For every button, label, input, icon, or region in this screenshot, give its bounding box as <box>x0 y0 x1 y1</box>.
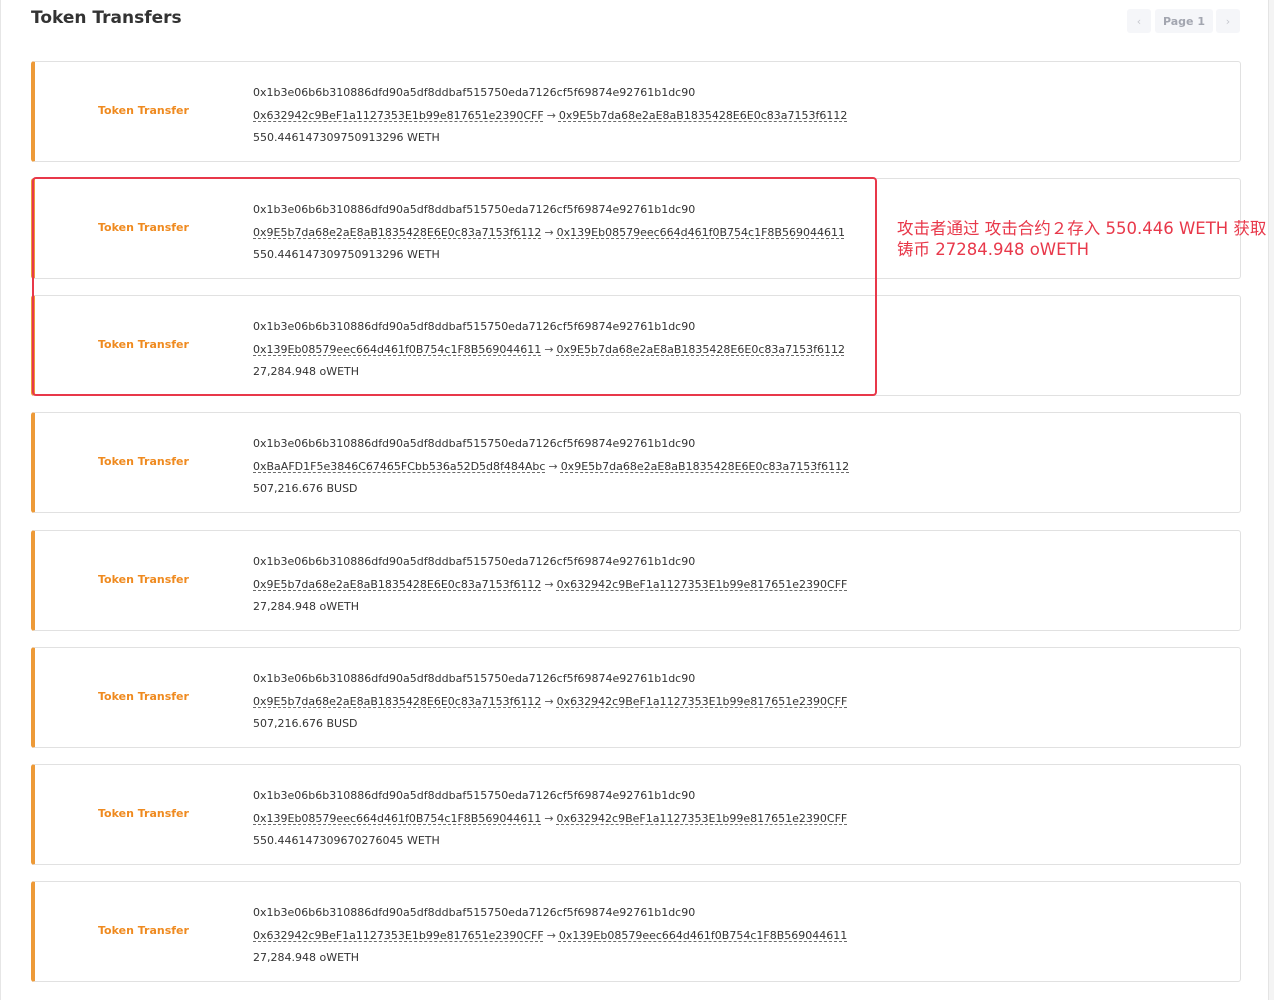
transaction-hash-link[interactable]: 0x1b3e06b6b310886dfd90a5df8ddbaf515750ed… <box>253 316 845 339</box>
pagination-prev-button[interactable]: ‹ <box>1127 9 1151 33</box>
annotation-text: 攻击者通过 攻击合约２存入 550.446 WETH 获取铸币 27284.94… <box>897 219 1267 259</box>
page-title: Token Transfers <box>31 8 182 28</box>
transfer-type-label: Token Transfer <box>98 104 189 117</box>
chevron-right-icon: › <box>1225 14 1231 28</box>
transfer-amount: 507,216.676 BUSD <box>253 717 358 730</box>
arrow-right-icon: → <box>546 108 556 122</box>
transfer-details: 0x1b3e06b6b310886dfd90a5df8ddbaf515750ed… <box>253 551 847 619</box>
transfer-type-label: Token Transfer <box>98 221 189 234</box>
arrow-right-icon: → <box>544 225 554 239</box>
pagination-current-page: Page 1 <box>1155 9 1213 33</box>
page-frame-left-border <box>0 0 1 1000</box>
transfer-amount: 550.446147309750913296 WETH <box>253 248 440 261</box>
to-address-link[interactable]: 0x632942c9BeF1a1127353E1b99e817651e2390C… <box>557 578 848 591</box>
transfer-type-label: Token Transfer <box>98 924 189 937</box>
transfer-details: 0x1b3e06b6b310886dfd90a5df8ddbaf515750ed… <box>253 316 845 384</box>
transfer-addresses: 0x139Eb08579eec664d461f0B754c1F8B5690446… <box>253 339 845 362</box>
transfer-addresses: 0xBaAFD1F5e3846C67465FCbb536a52D5d8f484A… <box>253 456 849 479</box>
to-address-link[interactable]: 0x632942c9BeF1a1127353E1b99e817651e2390C… <box>557 812 848 825</box>
token-transfer-tile: Token Transfer 0x1b3e06b6b310886dfd90a5d… <box>31 412 1241 513</box>
token-transfer-tile: Token Transfer 0x1b3e06b6b310886dfd90a5d… <box>31 881 1241 982</box>
from-address-link[interactable]: 0x9E5b7da68e2aE8aB1835428E6E0c83a7153f61… <box>253 226 541 239</box>
transfer-amount: 507,216.676 BUSD <box>253 482 358 495</box>
transfer-addresses: 0x139Eb08579eec664d461f0B754c1F8B5690446… <box>253 808 847 831</box>
page-scrollbar-track[interactable] <box>1268 0 1274 1000</box>
transfer-amount: 27,284.948 oWETH <box>253 951 360 964</box>
chevron-left-icon: ‹ <box>1136 14 1142 28</box>
from-address-link[interactable]: 0xBaAFD1F5e3846C67465FCbb536a52D5d8f484A… <box>253 460 545 473</box>
transfer-details: 0x1b3e06b6b310886dfd90a5df8ddbaf515750ed… <box>253 433 849 501</box>
transfer-amount: 27,284.948 oWETH <box>253 600 360 613</box>
token-transfer-tile: Token Transfer 0x1b3e06b6b310886dfd90a5d… <box>31 764 1241 865</box>
from-address-link[interactable]: 0x139Eb08579eec664d461f0B754c1F8B5690446… <box>253 343 541 356</box>
transaction-hash-link[interactable]: 0x1b3e06b6b310886dfd90a5df8ddbaf515750ed… <box>253 82 847 105</box>
transfer-type-label: Token Transfer <box>98 573 189 586</box>
arrow-right-icon: → <box>544 577 554 591</box>
transaction-hash-link[interactable]: 0x1b3e06b6b310886dfd90a5df8ddbaf515750ed… <box>253 199 845 222</box>
transfer-addresses: 0x632942c9BeF1a1127353E1b99e817651e2390C… <box>253 105 847 128</box>
transfer-type-label: Token Transfer <box>98 690 189 703</box>
arrow-right-icon: → <box>544 694 554 708</box>
transfer-details: 0x1b3e06b6b310886dfd90a5df8ddbaf515750ed… <box>253 668 847 736</box>
transaction-hash-link[interactable]: 0x1b3e06b6b310886dfd90a5df8ddbaf515750ed… <box>253 668 847 691</box>
token-transfer-tile: Token Transfer 0x1b3e06b6b310886dfd90a5d… <box>31 647 1241 748</box>
arrow-right-icon: → <box>544 342 554 356</box>
token-transfer-tile: Token Transfer 0x1b3e06b6b310886dfd90a5d… <box>31 61 1241 162</box>
transfer-amount: 550.446147309670276045 WETH <box>253 834 440 847</box>
transfer-details: 0x1b3e06b6b310886dfd90a5df8ddbaf515750ed… <box>253 902 847 970</box>
transaction-hash-link[interactable]: 0x1b3e06b6b310886dfd90a5df8ddbaf515750ed… <box>253 433 849 456</box>
to-address-link[interactable]: 0x632942c9BeF1a1127353E1b99e817651e2390C… <box>557 695 848 708</box>
transfer-type-label: Token Transfer <box>98 807 189 820</box>
token-transfer-tile: Token Transfer 0x1b3e06b6b310886dfd90a5d… <box>31 295 1241 396</box>
from-address-link[interactable]: 0x139Eb08579eec664d461f0B754c1F8B5690446… <box>253 812 541 825</box>
to-address-link[interactable]: 0x139Eb08579eec664d461f0B754c1F8B5690446… <box>557 226 845 239</box>
arrow-right-icon: → <box>548 459 558 473</box>
token-transfer-tile: Token Transfer 0x1b3e06b6b310886dfd90a5d… <box>31 530 1241 631</box>
transfer-details: 0x1b3e06b6b310886dfd90a5df8ddbaf515750ed… <box>253 785 847 853</box>
to-address-link[interactable]: 0x9E5b7da68e2aE8aB1835428E6E0c83a7153f61… <box>557 343 845 356</box>
transfer-details: 0x1b3e06b6b310886dfd90a5df8ddbaf515750ed… <box>253 82 847 150</box>
from-address-link[interactable]: 0x9E5b7da68e2aE8aB1835428E6E0c83a7153f61… <box>253 695 541 708</box>
transfer-addresses: 0x9E5b7da68e2aE8aB1835428E6E0c83a7153f61… <box>253 222 845 245</box>
to-address-link[interactable]: 0x9E5b7da68e2aE8aB1835428E6E0c83a7153f61… <box>559 109 847 122</box>
transfer-type-label: Token Transfer <box>98 455 189 468</box>
to-address-link[interactable]: 0x139Eb08579eec664d461f0B754c1F8B5690446… <box>559 929 847 942</box>
transfer-amount: 550.446147309750913296 WETH <box>253 131 440 144</box>
transfer-type-label: Token Transfer <box>98 338 189 351</box>
arrow-right-icon: → <box>546 928 556 942</box>
transaction-hash-link[interactable]: 0x1b3e06b6b310886dfd90a5df8ddbaf515750ed… <box>253 551 847 574</box>
arrow-right-icon: → <box>544 811 554 825</box>
pagination-next-button[interactable]: › <box>1216 9 1240 33</box>
transaction-hash-link[interactable]: 0x1b3e06b6b310886dfd90a5df8ddbaf515750ed… <box>253 902 847 925</box>
transaction-hash-link[interactable]: 0x1b3e06b6b310886dfd90a5df8ddbaf515750ed… <box>253 785 847 808</box>
from-address-link[interactable]: 0x9E5b7da68e2aE8aB1835428E6E0c83a7153f61… <box>253 578 541 591</box>
from-address-link[interactable]: 0x632942c9BeF1a1127353E1b99e817651e2390C… <box>253 929 544 942</box>
from-address-link[interactable]: 0x632942c9BeF1a1127353E1b99e817651e2390C… <box>253 109 544 122</box>
to-address-link[interactable]: 0x9E5b7da68e2aE8aB1835428E6E0c83a7153f61… <box>561 460 849 473</box>
transfer-amount: 27,284.948 oWETH <box>253 365 360 378</box>
transfer-details: 0x1b3e06b6b310886dfd90a5df8ddbaf515750ed… <box>253 199 845 267</box>
transfer-addresses: 0x9E5b7da68e2aE8aB1835428E6E0c83a7153f61… <box>253 574 847 597</box>
transfer-addresses: 0x9E5b7da68e2aE8aB1835428E6E0c83a7153f61… <box>253 691 847 714</box>
transfer-addresses: 0x632942c9BeF1a1127353E1b99e817651e2390C… <box>253 925 847 948</box>
